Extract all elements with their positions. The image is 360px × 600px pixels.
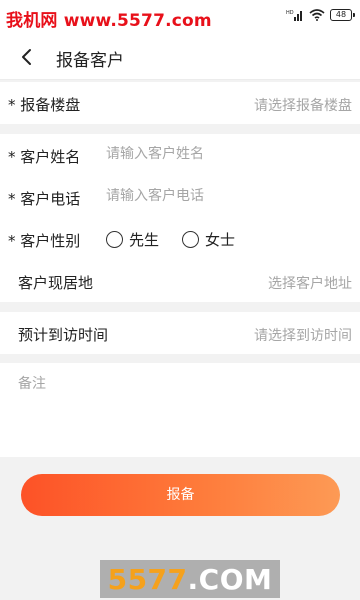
gender-option-label: 先生 [129,231,160,249]
gender-label: * 客户性别 [8,232,81,250]
watermark-text: 我机网 www.5577.com [6,11,212,31]
watermark-logo: 5577 .COM [100,560,280,598]
remark-input[interactable] [18,373,348,449]
nav-bar: 报备客户 [0,34,360,80]
residence-label: 客户现居地 [18,274,94,292]
submit-button[interactable]: 报备 [21,474,340,516]
phone-row: * 客户电话 [0,176,360,218]
watermark-prefix: 5577 [107,562,188,596]
property-select[interactable]: 请选择报备楼盘 [254,95,352,115]
status-icons: HD 48 [286,9,355,21]
property-label: * 报备楼盘 [8,96,81,114]
back-button[interactable] [12,43,40,71]
wifi-icon [309,9,325,21]
residence-select[interactable]: 选择客户地址 [268,273,352,293]
name-label: * 客户姓名 [8,148,81,166]
property-row[interactable]: * 报备楼盘 请选择报备楼盘 [0,82,360,124]
gender-option-male[interactable]: 先生 [106,229,159,250]
name-row: * 客户姓名 [0,134,360,176]
phone-label: * 客户电话 [8,190,81,208]
page-title: 报备客户 [56,51,124,71]
svg-text:HD: HD [286,10,294,16]
gender-option-female[interactable]: 女士 [182,229,235,250]
name-input[interactable] [106,146,346,162]
radio-circle-icon [106,231,123,248]
gender-option-label: 女士 [205,231,236,249]
watermark-suffix: .COM [187,562,273,596]
signal-icon: HD [286,10,302,21]
battery-icon: 48 [330,9,355,21]
radio-circle-icon [182,231,199,248]
status-bar: 我机网 www.5577.com HD 48 [0,0,360,34]
visit-time-select[interactable]: 请选择到访时间 [254,325,352,345]
gender-row: * 客户性别 先生 女士 [0,218,360,260]
visit-time-row[interactable]: 预计到访时间 请选择到访时间 [0,312,360,354]
remark-section [0,363,360,457]
phone-input[interactable] [106,188,346,204]
residence-row[interactable]: 客户现居地 选择客户地址 [0,260,360,302]
chevron-left-icon [22,49,31,65]
visit-time-label: 预计到访时间 [18,326,109,344]
